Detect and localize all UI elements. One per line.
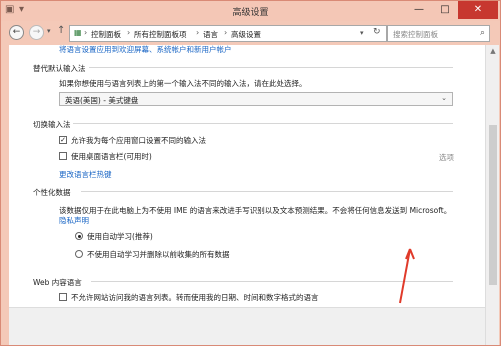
- use-auto-learning-label[interactable]: 使用自动学习(推荐): [87, 231, 153, 242]
- refresh-icon[interactable]: ↻: [373, 27, 381, 37]
- web-language-label[interactable]: 不允许网站访问我的语言列表。转而使用我的日期、时间和数字格式的语言: [71, 292, 319, 303]
- breadcrumb-separator: ›: [84, 28, 88, 37]
- breadcrumb-advanced[interactable]: 高级设置: [231, 29, 261, 40]
- per-app-input-checkbox[interactable]: ✓: [59, 136, 67, 144]
- divider: [81, 191, 453, 192]
- change-hotkeys-link[interactable]: 更改语言栏热键: [59, 169, 112, 180]
- close-button[interactable]: ✕: [458, 1, 498, 19]
- override-input-heading: 替代默认输入法: [33, 64, 86, 73]
- address-bar[interactable]: ▦ › 控制面板 › 所有控制面板项 › 语言 › 高级设置 ▾ ↻: [69, 25, 387, 42]
- back-button[interactable]: ←: [9, 25, 24, 40]
- search-icon[interactable]: ⌕: [480, 28, 485, 38]
- search-box[interactable]: 搜索控制面板 ⌕: [387, 25, 490, 42]
- minimize-button[interactable]: —: [406, 1, 432, 19]
- recent-dropdown-icon[interactable]: ▾: [47, 27, 51, 35]
- search-input[interactable]: 搜索控制面板: [393, 29, 438, 40]
- scrollbar-thumb[interactable]: [489, 125, 497, 285]
- title-bar: ▣ ▾ 高级设置 — □ ✕: [1, 1, 500, 21]
- no-auto-learning-label[interactable]: 不使用自动学习并删除以前收集的所有数据: [87, 249, 230, 260]
- breadcrumb-separator: ›: [224, 28, 228, 37]
- web-language-checkbox[interactable]: [59, 293, 67, 301]
- breadcrumb-separator: ›: [127, 28, 131, 37]
- desktop-language-bar-label[interactable]: 使用桌面语言栏(可用时): [71, 151, 152, 162]
- window: ▣ ▾ 高级设置 — □ ✕ ← → ▾ ↑ ▦ › 控制面板 › 所有控制面板…: [0, 0, 501, 346]
- forward-button[interactable]: →: [29, 25, 44, 40]
- scroll-up-icon[interactable]: ▲: [486, 47, 500, 55]
- breadcrumb-all-items[interactable]: 所有控制面板项: [134, 29, 187, 40]
- navigation-bar: ← → ▾ ↑ ▦ › 控制面板 › 所有控制面板项 › 语言 › 高级设置 ▾…: [1, 21, 500, 45]
- breadcrumb-control-panel[interactable]: 控制面板: [91, 29, 121, 40]
- divider: [73, 123, 453, 124]
- vertical-scrollbar[interactable]: ▲: [485, 45, 499, 345]
- switch-input-heading: 切换输入法: [33, 120, 71, 129]
- breadcrumb-language[interactable]: 语言: [203, 29, 218, 40]
- breadcrumb-separator: ›: [196, 28, 200, 37]
- up-arrow-icon[interactable]: ↑: [57, 25, 65, 36]
- desktop-language-bar-checkbox[interactable]: [59, 152, 67, 160]
- privacy-statement-link[interactable]: 隐私声明: [59, 215, 89, 226]
- no-auto-learning-radio[interactable]: [75, 250, 83, 258]
- control-panel-small-icon: ▦: [74, 28, 82, 37]
- maximize-button[interactable]: □: [432, 1, 458, 19]
- personalization-heading: 个性化数据: [33, 188, 71, 197]
- web-content-language-heading: Web 内容语言: [33, 278, 82, 287]
- personalization-description: 该数据仅用于在此电脑上为不使用 IME 的语言来改进手写识别以及文本预测结果。不…: [59, 206, 452, 215]
- bottom-bar: [9, 307, 485, 345]
- address-dropdown-icon[interactable]: ▾: [360, 29, 364, 37]
- red-arrow-annotation: [399, 248, 415, 304]
- apply-language-settings-link[interactable]: 将语言设置应用到欢迎屏幕、系统帐户和新用户帐户: [59, 45, 232, 55]
- options-link[interactable]: 选项: [439, 152, 454, 163]
- chevron-down-icon: ⌄: [441, 94, 447, 102]
- per-app-input-label[interactable]: 允许我为每个应用窗口设置不同的输入法: [71, 135, 206, 146]
- default-input-method-select[interactable]: 英语(美国) - 美式键盘 ⌄: [59, 92, 453, 106]
- divider: [89, 67, 453, 68]
- use-auto-learning-radio[interactable]: [75, 232, 83, 240]
- selected-input-method: 英语(美国) - 美式键盘: [65, 96, 139, 105]
- override-input-description: 如果你想使用与语言列表上的第一个输入法不同的输入法，请在此处选择。: [59, 79, 307, 88]
